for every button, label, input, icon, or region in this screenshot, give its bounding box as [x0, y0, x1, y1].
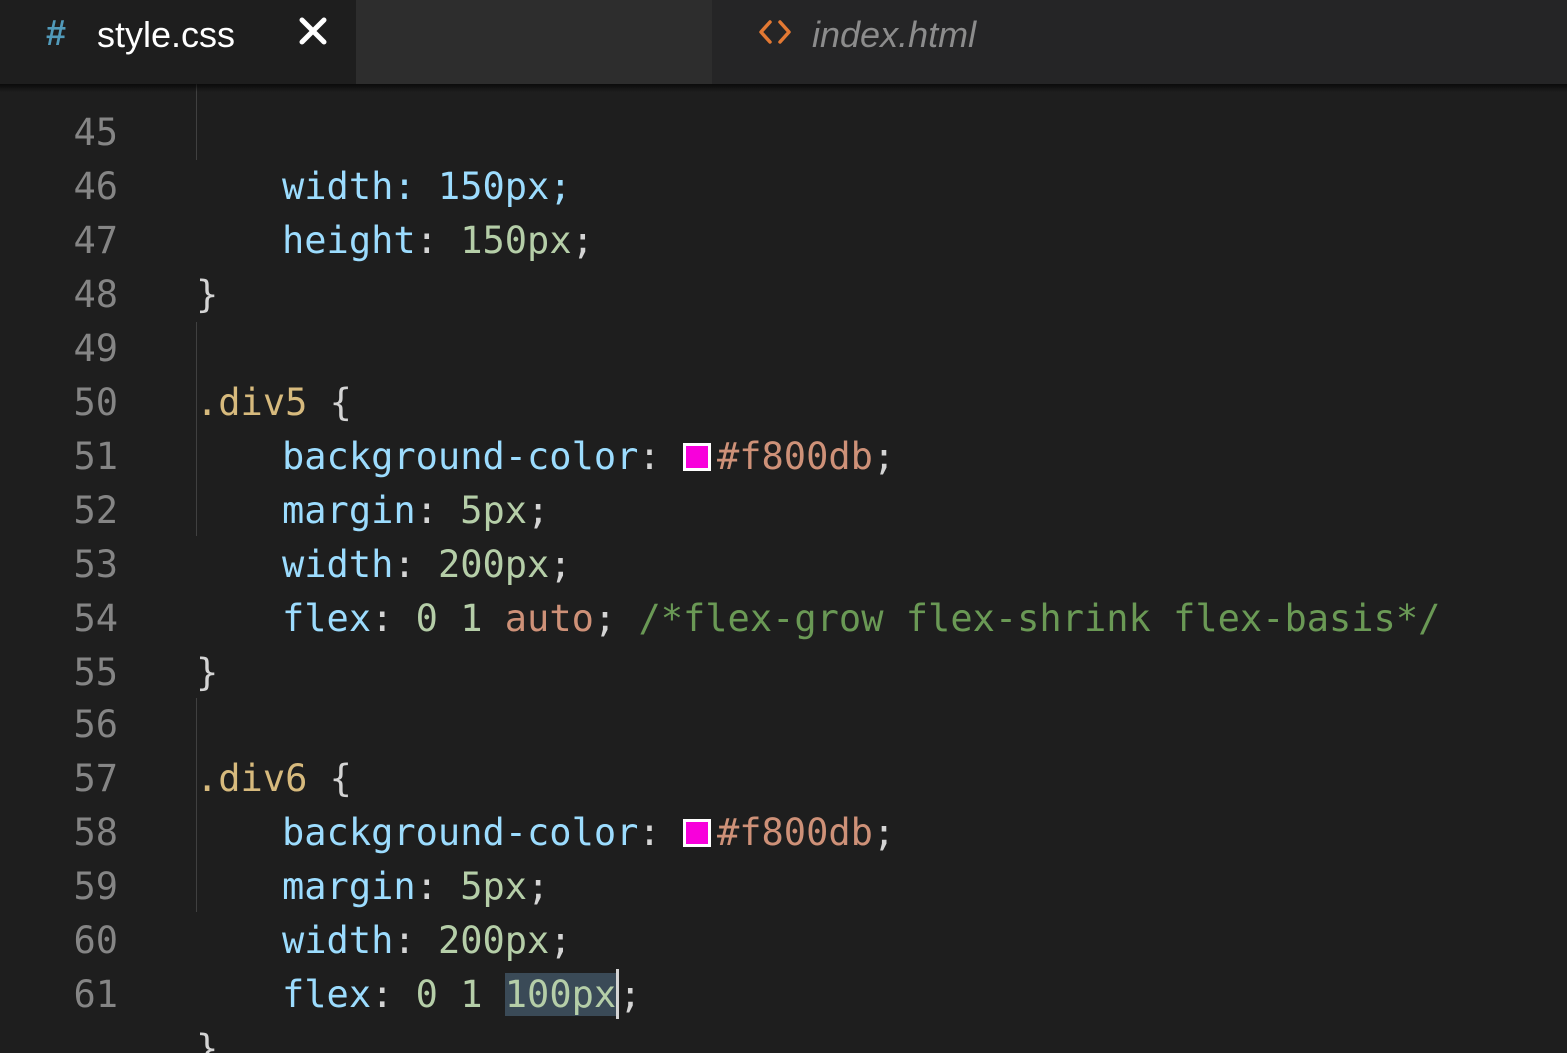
code-line[interactable]: 58 margin: 5px; — [0, 752, 1567, 908]
code-line[interactable]: 61 } — [0, 914, 1567, 1053]
selected-text[interactable]: 100px — [504, 973, 617, 1016]
tab-style-css[interactable]: # style.css — [0, 0, 356, 84]
code-line[interactable]: 50 background-color: #f800db; — [0, 322, 1567, 478]
tab-bar: # style.css index.html — [0, 0, 1567, 84]
code-line[interactable]: 49 .div5 { — [0, 268, 1567, 424]
html-file-icon — [758, 14, 792, 50]
code-area[interactable]: 45 width: 150px; 46 height: 150px; 47 } … — [0, 0, 1567, 1053]
css-property: flex — [282, 973, 372, 1016]
code-editor[interactable]: 45 width: 150px; 46 height: 150px; 47 } … — [0, 0, 1567, 1053]
code-line[interactable]: 51 margin: 5px; — [0, 376, 1567, 532]
line-number: 61 — [73, 973, 118, 1016]
css-value: 0 1 — [415, 973, 483, 1016]
code-line[interactable]: 53 flex: 0 1 auto; /*flex-grow flex-shri… — [0, 484, 1567, 640]
code-line[interactable]: 57 background-color: #f800db; — [0, 698, 1567, 854]
tab-index-html[interactable]: index.html — [356, 0, 976, 84]
css-file-icon: # — [46, 12, 67, 53]
code-line[interactable]: 59 width: 200px; — [0, 806, 1567, 962]
code-line[interactable]: 56 .div6 { — [0, 644, 1567, 800]
tab-bar-shadow — [0, 84, 1567, 92]
code-line[interactable]: 52 width: 200px; — [0, 430, 1567, 586]
tab-label: style.css — [97, 14, 236, 55]
code-line[interactable]: 47 } — [0, 160, 1567, 316]
code-line[interactable]: 55 — [0, 592, 1567, 694]
code-line[interactable]: 48 — [0, 214, 1567, 316]
code-line[interactable]: 54 } — [0, 538, 1567, 694]
close-icon[interactable] — [296, 14, 332, 50]
tab-label: index.html — [812, 14, 977, 55]
code-line[interactable]: 60 flex: 0 1 100px; — [0, 860, 1567, 1019]
code-line[interactable]: 46 height: 150px; — [0, 106, 1567, 262]
closing-brace: } — [196, 1027, 219, 1053]
